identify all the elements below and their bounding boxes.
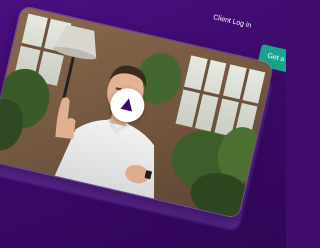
page: Client Log in Get a xyxy=(0,0,286,248)
play-icon xyxy=(120,97,135,112)
client-login-link[interactable]: Client Log in xyxy=(212,14,251,30)
